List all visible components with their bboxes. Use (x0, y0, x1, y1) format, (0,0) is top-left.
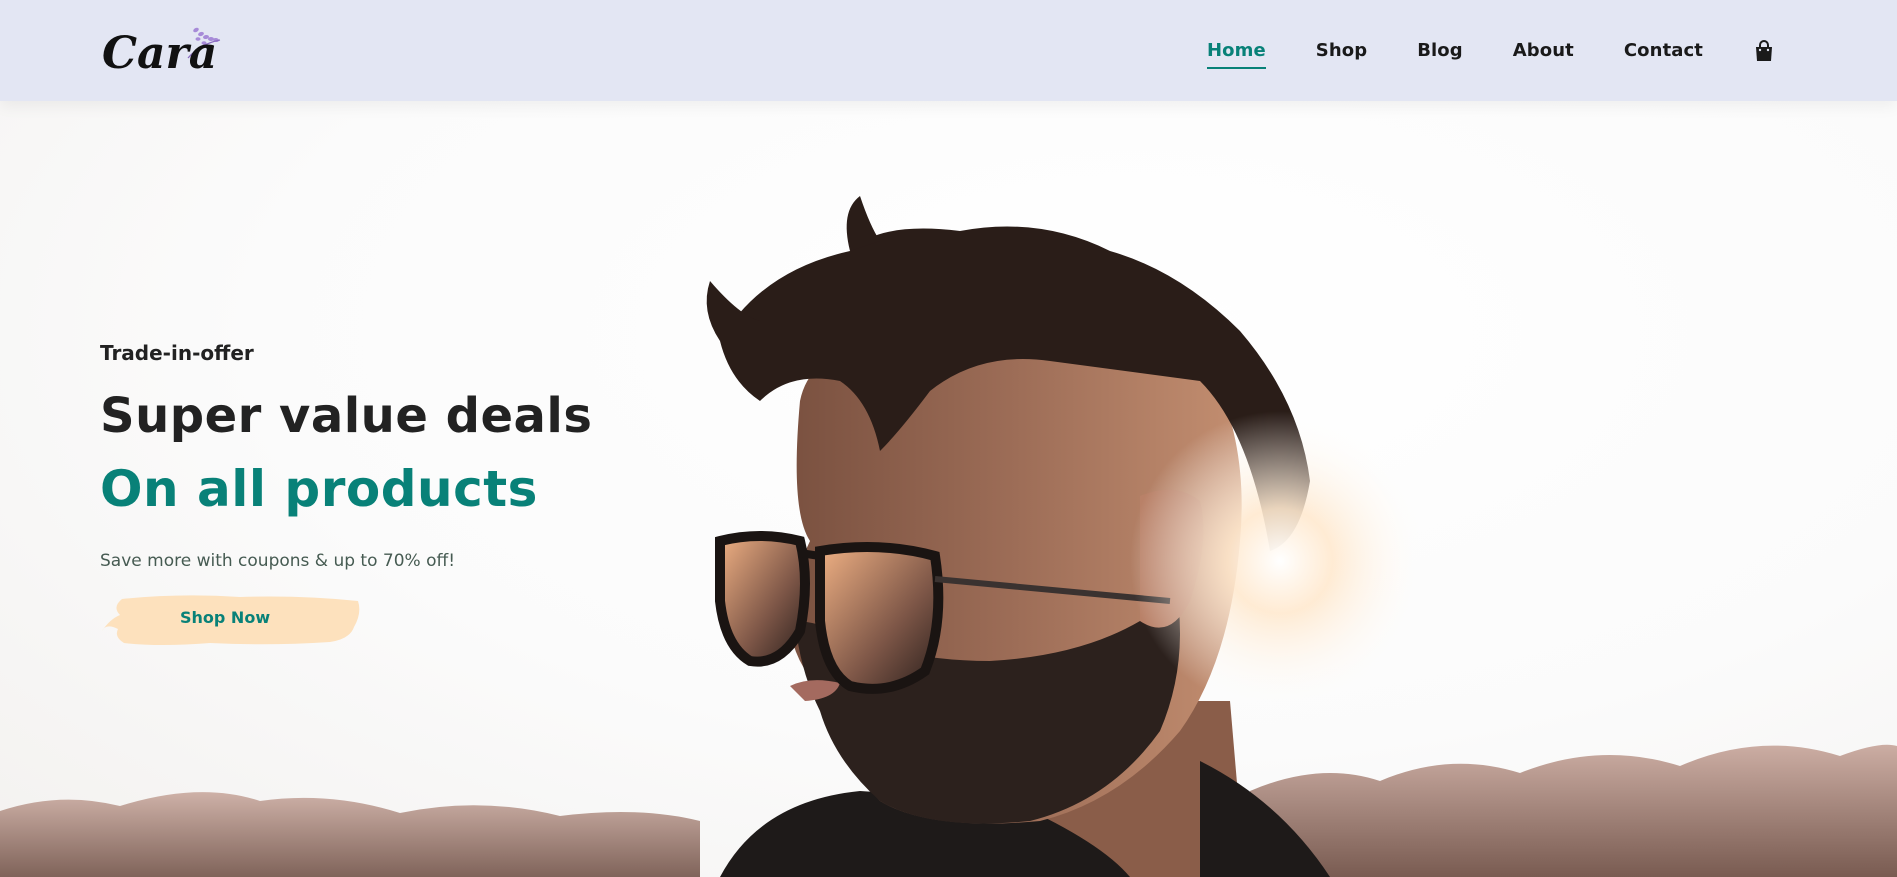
nav-shop[interactable]: Shop (1316, 40, 1367, 61)
nav-about[interactable]: About (1513, 40, 1574, 61)
hero-headline: Super value deals (100, 388, 593, 444)
shopping-bag-icon[interactable] (1753, 39, 1775, 63)
svg-text:Cara: Cara (102, 28, 217, 78)
nav-blog[interactable]: Blog (1417, 40, 1463, 61)
main-nav: Home Shop Blog About Contact (1157, 0, 1897, 101)
hero-tagline: Save more with coupons & up to 70% off! (100, 551, 456, 571)
nav-home[interactable]: Home (1206, 40, 1266, 69)
shop-now-button[interactable]: Shop Now (100, 593, 362, 647)
shop-now-label: Shop Now (180, 608, 271, 627)
site-header: Cara Home Shop Blog About Contact (0, 0, 1897, 101)
nav-contact[interactable]: Contact (1624, 40, 1703, 61)
hero-copy: Trade-in-offer Super value deals On all … (100, 341, 620, 652)
brand-logo[interactable]: Cara (100, 18, 230, 79)
hero-subheadline: On all products (100, 460, 538, 518)
hero-eyebrow: Trade-in-offer (100, 341, 254, 365)
hero-section: Trade-in-offer Super value deals On all … (0, 101, 1897, 877)
